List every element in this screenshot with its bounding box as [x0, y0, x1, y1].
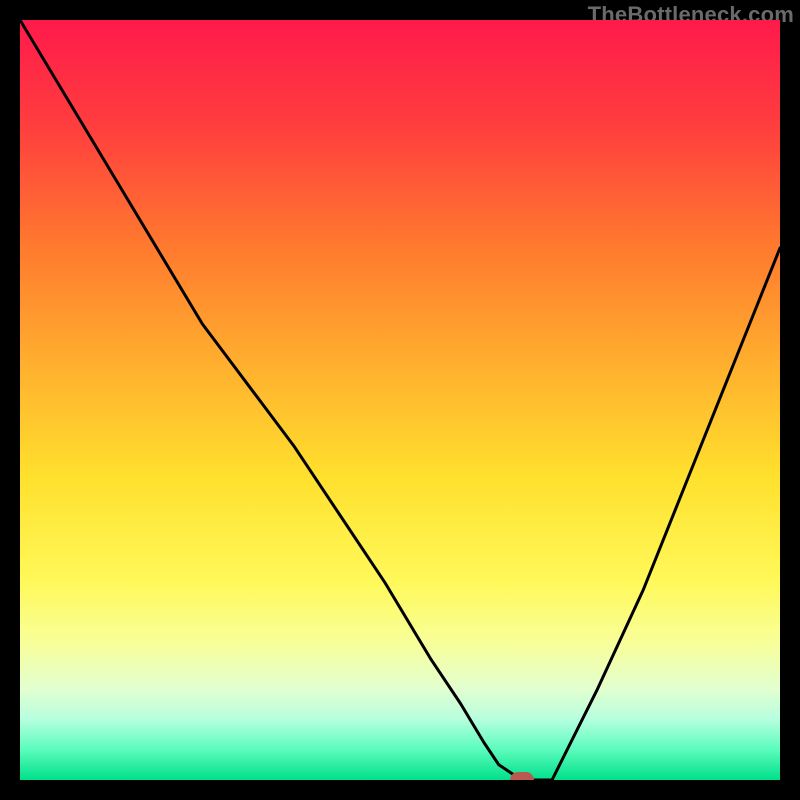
minimum-marker [510, 772, 534, 780]
gradient-background [20, 20, 780, 780]
chart-frame: TheBottleneck.com [0, 0, 800, 800]
plot-area [20, 20, 780, 780]
